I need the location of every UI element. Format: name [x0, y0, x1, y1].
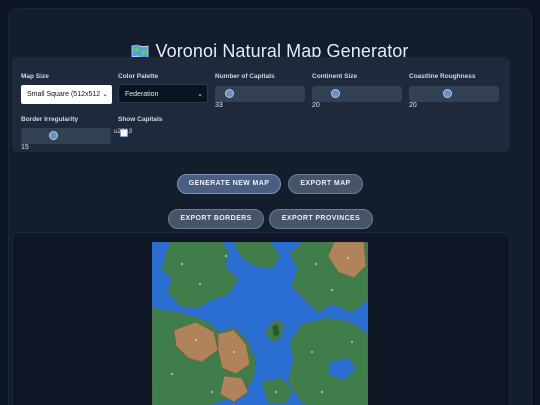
continent-size-value: 20	[312, 102, 320, 109]
capital-marker[interactable]	[171, 373, 173, 375]
coastline-slider[interactable]	[409, 86, 499, 102]
continent-size-slider-handle[interactable]	[331, 89, 340, 98]
color-palette-field: Color Palette	[118, 73, 158, 80]
capitals-value: 33	[215, 102, 223, 109]
chevron-down-icon: ⌄	[102, 91, 108, 98]
capital-marker[interactable]	[331, 289, 333, 291]
continent-size-field: Continent Size	[312, 73, 357, 80]
capital-marker[interactable]	[195, 339, 197, 341]
border-irregularity-label: Border Irregularity	[21, 116, 79, 123]
border-irregularity-value: 15	[21, 144, 29, 151]
coastline-value: 20	[409, 102, 417, 109]
show-capitals-field: Show Capitals	[118, 116, 162, 123]
coastline-slider-handle[interactable]	[443, 89, 452, 98]
map-size-field: Map Size	[21, 73, 49, 80]
capital-marker[interactable]	[181, 263, 183, 265]
chevron-down-icon: ⌄	[197, 91, 203, 98]
capitals-slider-handle[interactable]	[225, 89, 234, 98]
capital-marker[interactable]	[211, 391, 213, 393]
land-region	[287, 317, 368, 405]
export-map-button[interactable]: EXPORT MAP	[288, 174, 363, 194]
map-size-label: Map Size	[21, 73, 49, 80]
capital-marker[interactable]	[233, 351, 235, 353]
capital-marker[interactable]	[225, 255, 227, 257]
controls-panel: Map Size Small Square (512x512 ⌄ Color P…	[12, 57, 510, 152]
capital-marker[interactable]	[351, 341, 353, 343]
capitals-slider[interactable]	[215, 86, 305, 102]
continent-size-label: Continent Size	[312, 73, 358, 80]
color-palette-select[interactable]: Federation ⌄	[118, 84, 208, 103]
capitals-label: Number of Capitals	[215, 73, 275, 80]
show-capitals-checkbox-text: u2713	[114, 128, 133, 135]
voronoi-map[interactable]	[152, 242, 368, 405]
show-capitals-label: Show Capitals	[118, 116, 163, 123]
generate-map-button[interactable]: GENERATE NEW MAP	[177, 174, 281, 194]
continent-size-slider[interactable]	[312, 86, 402, 102]
capitals-field: Number of Capitals	[215, 73, 275, 80]
border-irregularity-slider[interactable]	[21, 128, 111, 144]
capital-marker[interactable]	[321, 391, 323, 393]
border-irregularity-field: Border Irregularity	[21, 116, 78, 123]
capital-marker[interactable]	[275, 391, 277, 393]
coastline-field: Coastline Roughness	[409, 73, 475, 80]
color-palette-label: Color Palette	[118, 73, 159, 80]
export-borders-button[interactable]: EXPORT BORDERS	[168, 209, 264, 229]
map-size-value: Small Square (512x512	[27, 91, 101, 98]
capital-marker[interactable]	[315, 263, 317, 265]
coastline-label: Coastline Roughness	[409, 73, 476, 80]
map-canvas[interactable]	[152, 242, 368, 405]
capital-marker[interactable]	[311, 351, 313, 353]
capital-marker[interactable]	[347, 257, 349, 259]
map-size-select[interactable]: Small Square (512x512 ⌄	[21, 85, 112, 104]
color-palette-value: Federation	[125, 91, 159, 98]
export-provinces-button[interactable]: EXPORT PROVINCES	[269, 209, 373, 229]
capital-marker[interactable]	[199, 283, 201, 285]
border-irregularity-slider-handle[interactable]	[49, 131, 58, 140]
